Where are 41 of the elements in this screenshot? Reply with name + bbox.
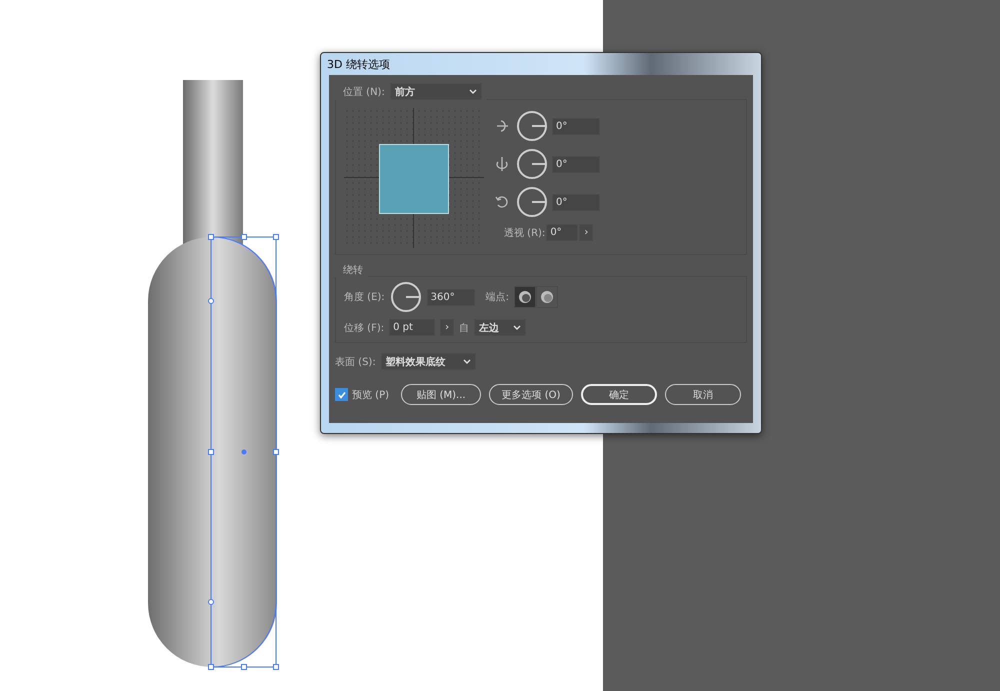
chevron-down-icon xyxy=(513,324,522,330)
cap-label: 端点: xyxy=(486,290,510,304)
cube-face xyxy=(379,144,449,214)
angle-dial[interactable] xyxy=(516,148,548,180)
surface-label: 表面 (S): xyxy=(335,356,376,368)
perspective-input[interactable]: 0° xyxy=(546,224,578,241)
dialog-button[interactable]: 更多选项 (O) xyxy=(489,384,574,405)
revolve-title: 绕转 xyxy=(343,264,363,277)
dialog-button[interactable]: 确定 xyxy=(581,384,658,405)
solid-cap-icon xyxy=(518,290,532,304)
angle-dial[interactable] xyxy=(516,186,548,218)
window-title: 3D 绕转选项 xyxy=(327,56,390,72)
angle-input[interactable]: 360° xyxy=(426,288,475,306)
z-axis-icon xyxy=(494,194,510,210)
offset-input[interactable]: 0 pt xyxy=(389,319,436,336)
position-dropdown[interactable]: 前方 xyxy=(390,83,482,100)
checkmark-icon xyxy=(336,390,346,400)
from-dropdown[interactable]: 左边 xyxy=(474,319,526,336)
cap-on-button[interactable] xyxy=(514,286,536,308)
y-axis-icon xyxy=(494,156,510,172)
perspective-slider-button[interactable]: › xyxy=(579,224,594,241)
angle-input[interactable]: 0° xyxy=(552,118,600,134)
x-axis-icon xyxy=(494,118,510,134)
angle-input[interactable]: 0° xyxy=(552,156,600,172)
dialog-button[interactable]: 取消 xyxy=(665,384,742,405)
position-label: 位置 (N): xyxy=(343,86,385,98)
chevron-down-icon xyxy=(462,358,471,364)
offset-slider-button[interactable]: › xyxy=(440,319,454,336)
angle-dial[interactable] xyxy=(516,110,548,142)
cap-off-button[interactable] xyxy=(536,286,558,308)
offset-label: 位移 (F): xyxy=(344,322,384,334)
angle-label: 角度 (E): xyxy=(344,290,385,304)
from-label: 自 xyxy=(459,322,470,334)
chevron-down-icon xyxy=(468,88,477,94)
angle-dial[interactable] xyxy=(390,281,422,313)
angle-input[interactable]: 0° xyxy=(552,194,600,210)
perspective-label: 透视 (R): xyxy=(504,226,546,240)
surface-dropdown[interactable]: 塑料效果底纹 xyxy=(380,353,476,370)
preview-checkbox[interactable]: 预览 (P) xyxy=(335,388,390,402)
hollow-cap-icon xyxy=(540,290,554,304)
dialog-button[interactable]: 贴图 (M)... xyxy=(401,384,482,405)
